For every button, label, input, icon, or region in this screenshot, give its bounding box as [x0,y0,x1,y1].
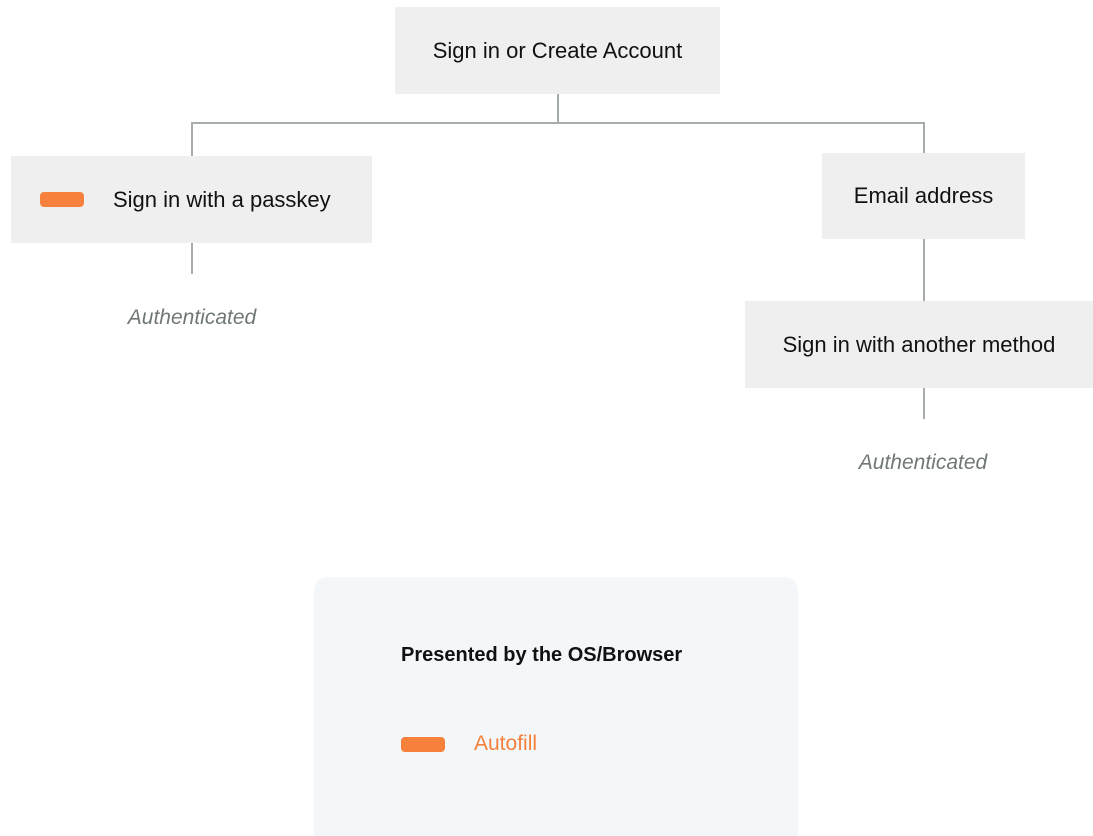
legend-title: Presented by the OS/Browser [401,644,683,666]
connector-email-to-method [923,239,925,301]
orange-pill-icon [40,192,84,207]
connector-to-passkey [191,122,193,156]
flow-diagram: Sign in or Create Account Sign in with a… [0,0,1093,836]
node-email-address: Email address [822,153,1025,239]
orange-pill-icon [401,736,445,752]
connector-passkey-outcome [191,243,193,274]
outcome-authenticated-passkey: Authenticated [127,306,257,329]
connector-horizontal [191,122,925,124]
node-label: Sign in or Create Account [432,37,683,63]
legend-item-label: Autofill [474,732,538,755]
node-label: Sign in with another method [782,331,1056,357]
legend-item-autofill: Autofill [401,732,537,756]
connector-to-email [923,122,925,153]
node-sign-in-or-create-account: Sign in or Create Account [395,7,720,94]
node-label: Email address [853,183,994,208]
legend-panel: Presented by the OS/Browser Autofill [314,577,798,836]
connector-root-down [557,94,559,124]
node-sign-in-with-another-method: Sign in with another method [745,301,1093,388]
node-sign-in-with-passkey: Sign in with a passkey [11,156,372,243]
node-label: Sign in with a passkey [113,186,331,212]
outcome-authenticated-method: Authenticated [858,451,988,474]
connector-method-outcome [923,388,925,419]
